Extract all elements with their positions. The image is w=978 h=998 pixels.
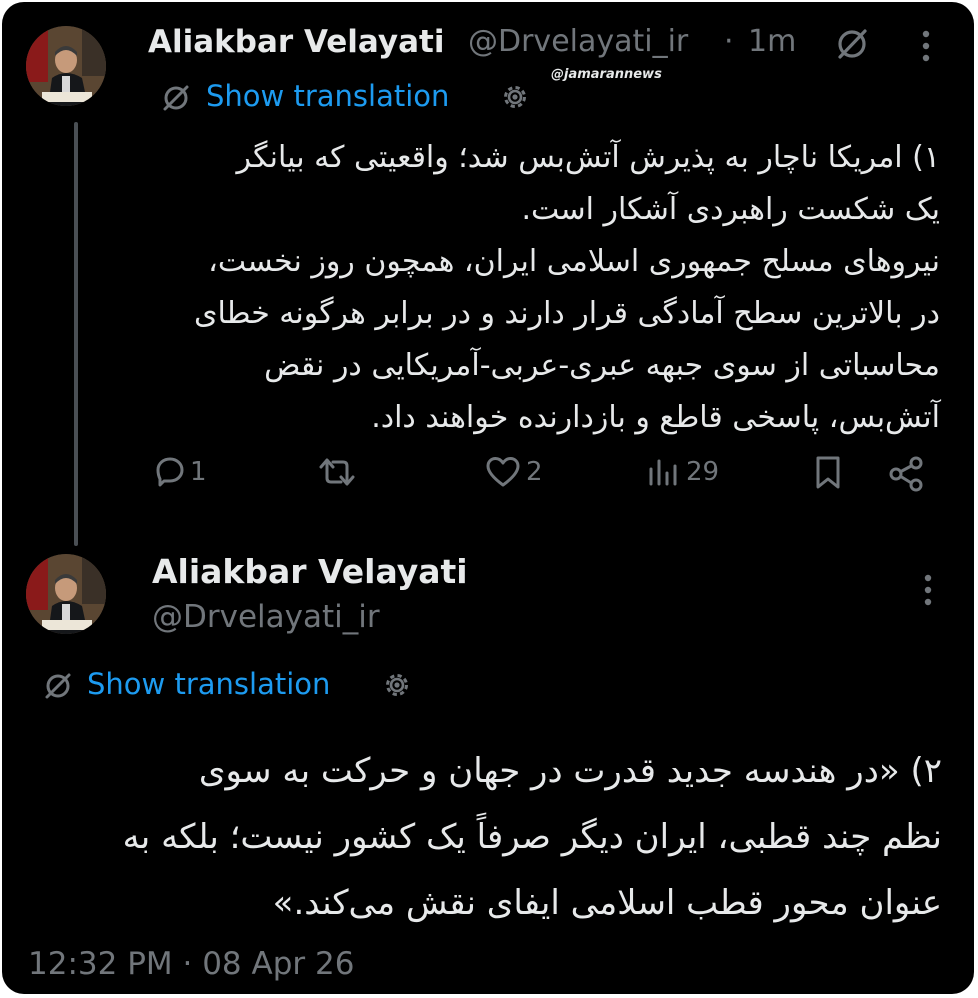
gear-icon[interactable] (498, 80, 532, 114)
avatar[interactable] (26, 554, 106, 634)
author-name[interactable]: Aliakbar Velayati (148, 24, 444, 60)
avatar-image (26, 26, 106, 106)
views-icon (649, 459, 677, 486)
avatar[interactable] (26, 26, 106, 106)
bookmark-icon[interactable] (810, 454, 846, 492)
post-line: یک شکست راهبردی آشکار است. (521, 192, 941, 227)
screenshot-frame: Aliakbar Velayati @Drvelayati_ir · 1m @j… (2, 2, 974, 994)
post-line: آتش‌بس، پاسخی قاطع و بازدارنده خواهند دا… (371, 400, 940, 435)
avatar-image (26, 554, 106, 634)
post-timestamp[interactable]: 12:32 PM · 08 Apr 26 (28, 946, 354, 982)
post-line: در بالاترین سطح آمادگی قرار دارند و در ب… (193, 296, 940, 331)
post-line: محاسباتی از سوی جبهه عبری-عربی-آمریکایی … (264, 348, 940, 383)
like-button[interactable]: 2 (484, 454, 543, 490)
more-vertical-icon[interactable] (918, 570, 938, 610)
post-line: ۱) امریکا ناچار به پذیرش آتش‌بس شد؛ واقع… (236, 140, 940, 175)
post-time[interactable]: 1m (748, 24, 796, 59)
reply-icon (156, 457, 184, 487)
author-handle[interactable]: @Drvelayati_ir (468, 24, 688, 59)
share-icon[interactable] (886, 454, 926, 494)
post-body: ۱) امریکا ناچار به پذیرش آتش‌بس شد؛ واقع… (140, 132, 940, 444)
post-line: نیروهای مسلح جمهوری اسلامی ایران، همچون … (208, 244, 940, 279)
dot-separator: · (724, 24, 734, 59)
view-count: 29 (686, 457, 720, 487)
show-translation-link[interactable]: Show translation (206, 79, 449, 113)
show-translation-link[interactable]: Show translation (87, 667, 330, 701)
more-vertical-icon[interactable] (916, 26, 936, 66)
watermark: @jamarannews (551, 67, 662, 82)
repost-button[interactable] (315, 454, 359, 490)
translate-slash-icon[interactable] (40, 668, 76, 704)
post-line: عنوان محور قطب اسلامی ایفای نقش می‌کند.» (272, 883, 942, 923)
post-line: نظم چند قطبی، ایران دیگر صرفاً یک کشور ن… (122, 817, 942, 857)
gear-icon[interactable] (380, 668, 414, 702)
repost-icon (319, 458, 355, 486)
views-button[interactable]: 29 (646, 454, 719, 490)
grok-slash-icon[interactable] (832, 24, 872, 64)
author-handle[interactable]: @Drvelayati_ir (152, 599, 380, 635)
author-name[interactable]: Aliakbar Velayati (152, 552, 468, 591)
reply-button[interactable]: 1 (152, 454, 207, 490)
like-count: 2 (526, 457, 543, 487)
like-icon (486, 457, 520, 487)
reply-count: 1 (190, 457, 207, 487)
post-body: ۲) «در هندسه جدید قدرت در جهان و حرکت به… (22, 738, 942, 936)
thread-line (74, 122, 78, 546)
post-line: ۲) «در هندسه جدید قدرت در جهان و حرکت به… (198, 751, 942, 791)
translate-slash-icon[interactable] (158, 80, 194, 116)
